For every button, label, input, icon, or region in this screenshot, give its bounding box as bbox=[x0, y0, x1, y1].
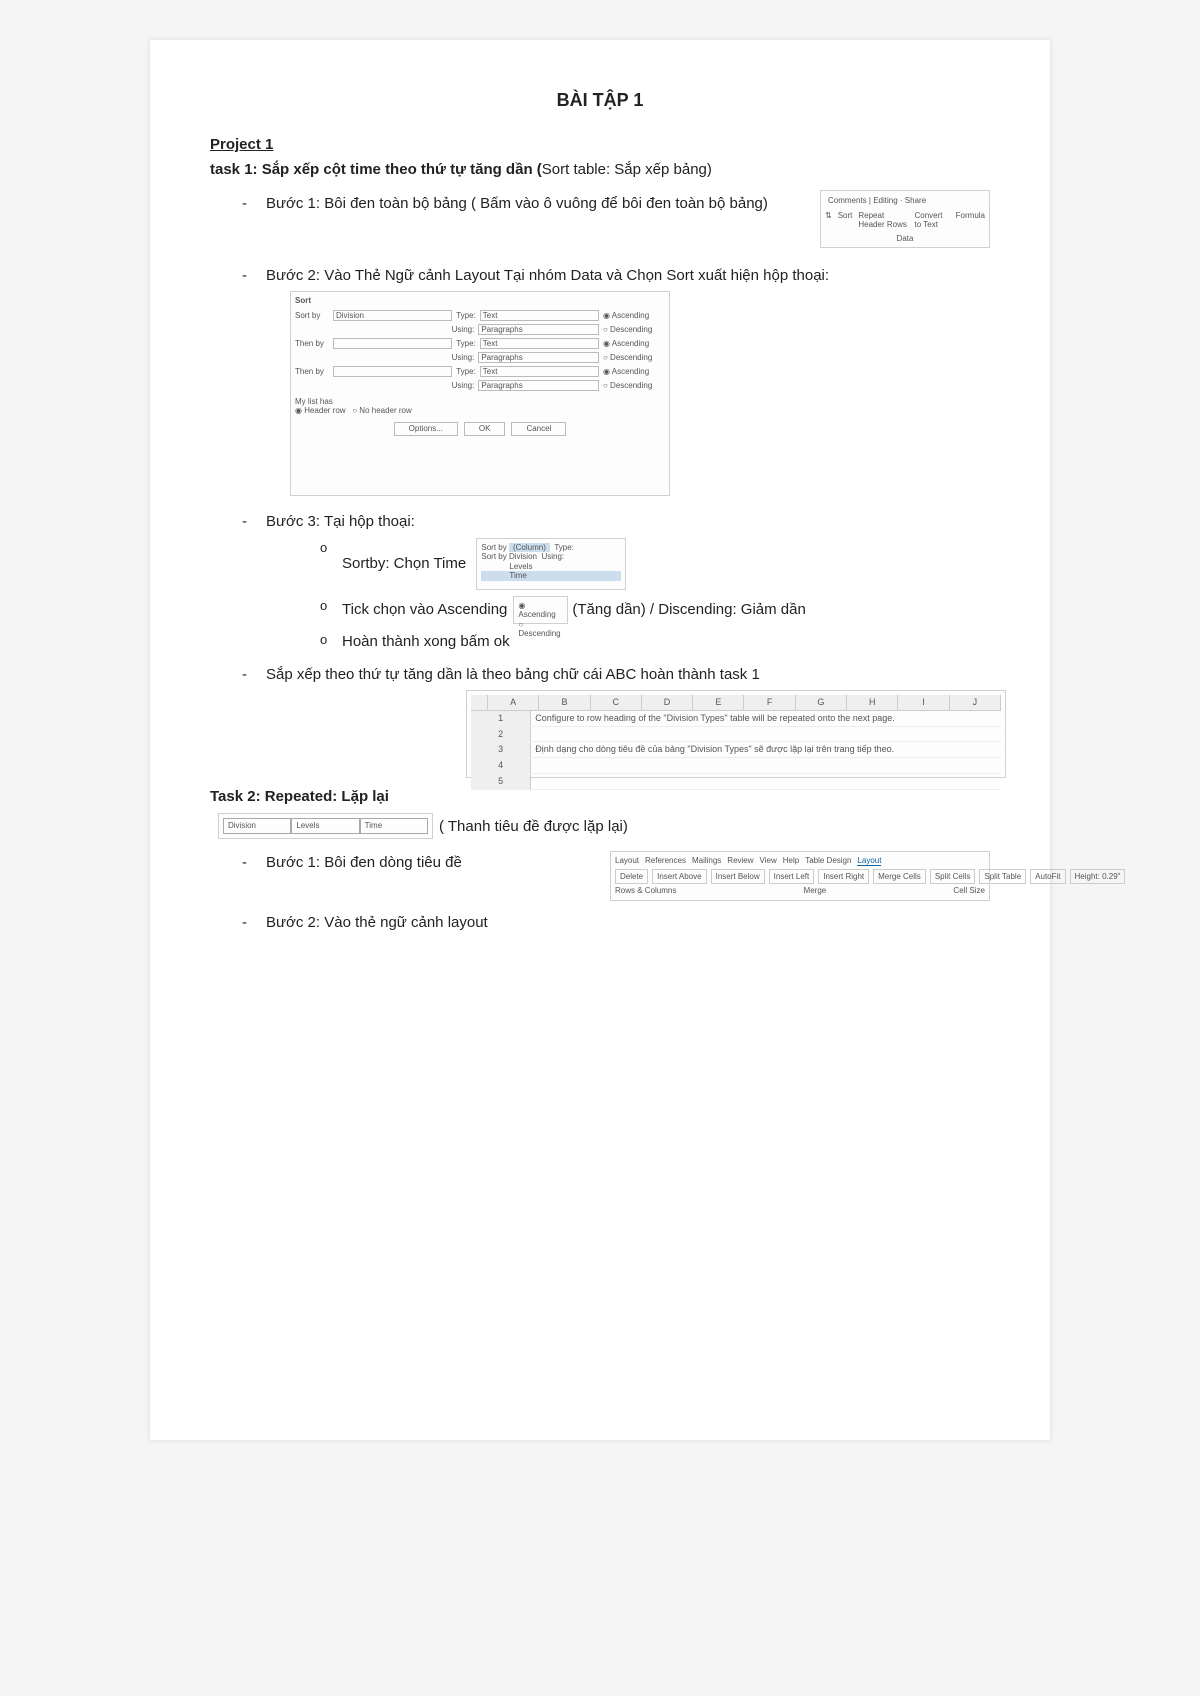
layout-ribbon-screenshot: LayoutReferencesMailingsReviewViewHelpTa… bbox=[610, 851, 990, 901]
spreadsheet-screenshot: ABCDEFGHIJ 1Configure to row heading of … bbox=[466, 690, 1006, 778]
task1-bold: task 1: Sắp xếp cột time theo thứ tự tăn… bbox=[210, 161, 542, 178]
task1-step3-text: Bước 3: Tại hộp thoại: bbox=[266, 513, 415, 530]
task1-step2: Bước 2: Vào Thẻ Ngữ cảnh Layout Tại nhóm… bbox=[242, 264, 990, 496]
sortby-dropdown-screenshot: Sort by (Column) Type: Sort by Division … bbox=[476, 538, 626, 590]
table-header-screenshot: Division Levels Time bbox=[218, 813, 433, 839]
task2-header-row: Division Levels Time ( Thanh tiêu đề đượ… bbox=[218, 813, 990, 839]
task2-step2: Bước 2: Vào thẻ ngữ cảnh layout bbox=[242, 911, 990, 934]
ascending-option-screenshot: ◉ Ascending ○ Descending bbox=[513, 596, 568, 624]
sort-dialog-screenshot: Sort Sort byDivisionType:Text◉ Ascending… bbox=[290, 291, 670, 496]
task1-step2-text: Bước 2: Vào Thẻ Ngữ cảnh Layout Tại nhóm… bbox=[266, 267, 829, 284]
task1-step3c: Hoàn thành xong bấm ok bbox=[320, 630, 990, 653]
task2-step1: Bước 1: Bôi đen dòng tiêu đề LayoutRefer… bbox=[242, 851, 990, 901]
task1-step4: Sắp xếp theo thứ tự tăng dần là theo bản… bbox=[242, 663, 990, 778]
task1-step4-text: Sắp xếp theo thứ tự tăng dần là theo bản… bbox=[266, 666, 760, 683]
project-heading: Project 1 bbox=[210, 136, 990, 153]
task1-rest: Sort table: Sắp xếp bảng) bbox=[542, 161, 712, 178]
task1-step1-text: Bước 1: Bôi đen toàn bộ bảng ( Bấm vào ô… bbox=[266, 195, 768, 212]
task1-step1: Bước 1: Bôi đen toàn bộ bảng ( Bấm vào ô… bbox=[242, 192, 990, 254]
task1-step3: Bước 3: Tại hộp thoại: Sortby: Chọn Time… bbox=[242, 510, 990, 653]
page-title: BÀI TẬP 1 bbox=[210, 90, 990, 111]
task2-step1-text: Bước 1: Bôi đen dòng tiêu đề bbox=[266, 854, 462, 871]
task1-step3b: Tick chọn vào Ascending ◉ Ascending ○ De… bbox=[320, 596, 990, 624]
task1-line: task 1: Sắp xếp cột time theo thứ tự tăn… bbox=[210, 161, 990, 178]
ribbon-data-screenshot: Comments | Editing · Share ⇅ Sort Repeat… bbox=[820, 190, 990, 248]
sort-icon: ⇅ bbox=[825, 211, 832, 230]
task2-heading: Task 2: Repeated: Lặp lại bbox=[210, 788, 990, 805]
task1-step3a: Sortby: Chọn Time Sort by (Column) Type:… bbox=[320, 538, 990, 590]
task2-header-caption: ( Thanh tiêu đề được lặp lại) bbox=[439, 818, 628, 835]
